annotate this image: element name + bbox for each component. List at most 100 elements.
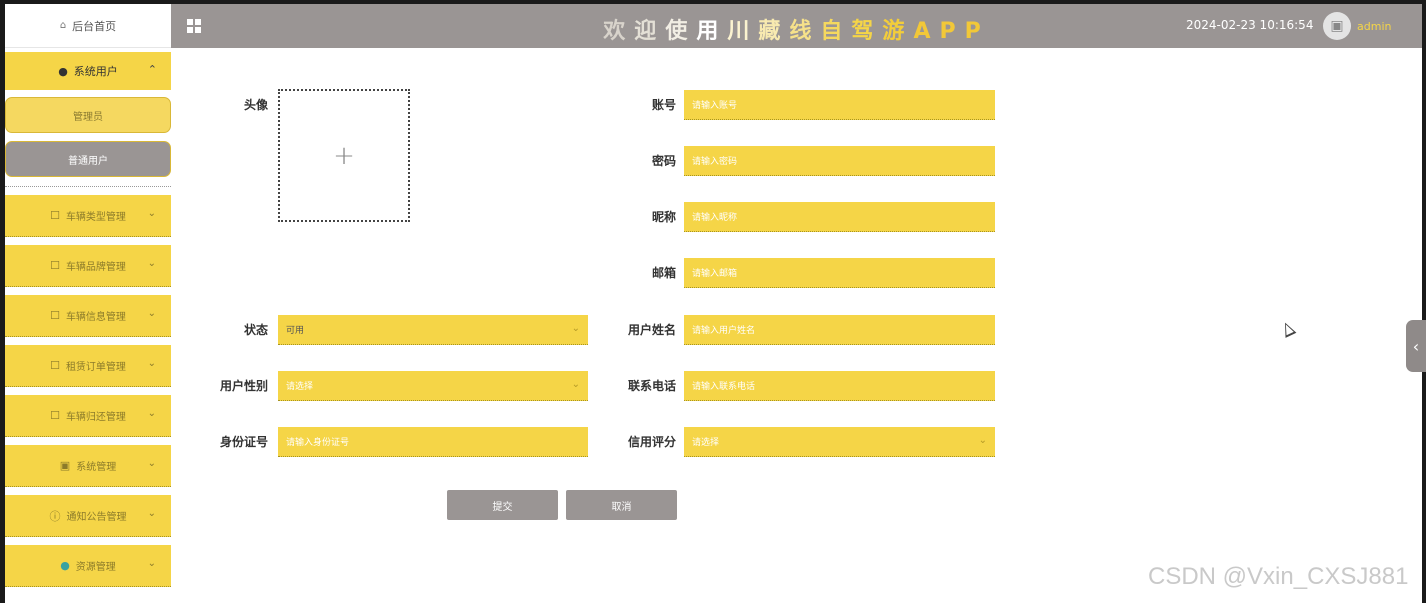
real-name-label: 用户姓名 <box>627 323 676 337</box>
sidebar-home[interactable]: ⌂ 后台首页 <box>5 4 171 48</box>
real-name-input[interactable]: 请输入用户姓名 <box>684 315 995 345</box>
sidebar-item[interactable]: ☐ 车辆类型管理 ⌄ <box>5 195 171 237</box>
sidebar: ⌂ 后台首页 ● 系统用户 ⌃ 管理员 普通用户 ☐ 车辆类型管理 ⌄ ☐ 车辆品牌管理… <box>5 4 171 603</box>
title-char: 驾 <box>851 19 883 44</box>
title-char: P <box>964 19 990 44</box>
sidebar-item-system-users[interactable]: ● 系统用户 ⌃ <box>5 52 171 90</box>
credit-label: 信用评分 <box>627 435 676 449</box>
avatar[interactable]: ▣ <box>1323 12 1351 40</box>
nickname-input[interactable]: 请输入昵称 <box>684 202 995 232</box>
phone-label: 联系电话 <box>627 379 676 393</box>
sidebar-item-label: 车辆品牌管理 <box>65 262 126 273</box>
edit-icon: ☐ <box>50 259 60 272</box>
password-label: 密码 <box>651 154 676 168</box>
home-icon: ⌂ <box>59 20 67 31</box>
edit-icon: ☐ <box>50 309 60 322</box>
title-char: 川 <box>727 19 759 44</box>
chevron-down-icon: ⌄ <box>147 458 156 469</box>
sidebar-item-label: 资源管理 <box>75 562 116 573</box>
location-icon: ● <box>60 559 70 572</box>
chevron-down-icon: ⌄ <box>978 435 987 446</box>
id-card-label: 身份证号 <box>219 435 268 449</box>
title-char: 游 <box>882 19 914 44</box>
collapse-panel-tab[interactable]: ‹ <box>1406 320 1426 372</box>
chevron-up-icon: ⌃ <box>147 63 157 76</box>
plus-icon: + <box>333 140 355 171</box>
gender-select[interactable]: 请选择 ⌄ <box>278 371 588 401</box>
submenu-item-admin[interactable]: 管理员 <box>5 97 171 133</box>
chevron-down-icon: ⌄ <box>147 258 156 269</box>
info-icon: ⓘ <box>49 509 61 523</box>
title-char: P <box>939 19 965 44</box>
edit-icon: ☐ <box>50 209 60 222</box>
submenu-item-label: 普通用户 <box>68 155 108 167</box>
chevron-down-icon: ⌄ <box>147 408 156 419</box>
sidebar-item[interactable]: ☐ 车辆信息管理 ⌄ <box>5 295 171 337</box>
chevron-down-icon: ⌄ <box>147 208 156 219</box>
title-char: 迎 <box>634 19 666 44</box>
top-header: 欢迎使用川藏线自驾游APP 2024-02-23 10:16:54 ▣ admi… <box>171 4 1422 48</box>
frame-border-right <box>1422 0 1426 603</box>
chevron-down-icon: ⌄ <box>147 358 156 369</box>
chevron-down-icon: ⌄ <box>147 308 156 319</box>
credit-select[interactable]: 请选择 ⌄ <box>684 427 995 457</box>
status-select-value: 可用 <box>286 326 305 336</box>
avatar-label: 头像 <box>243 98 268 112</box>
password-input[interactable]: 请输入密码 <box>684 146 995 176</box>
chevron-down-icon: ⌄ <box>571 323 580 334</box>
chevron-left-icon: ‹ <box>1412 336 1420 356</box>
nickname-label: 昵称 <box>651 210 676 224</box>
account-label: 账号 <box>651 98 676 112</box>
gender-label: 用户性别 <box>219 379 268 393</box>
datetime: 2024-02-23 10:16:54 <box>1186 18 1314 32</box>
sidebar-item-label: 租赁订单管理 <box>65 362 126 373</box>
chevron-down-icon: ⌄ <box>571 379 580 390</box>
sidebar-item[interactable]: ☐ 车辆归还管理 ⌄ <box>5 395 171 437</box>
sidebar-item-label: 车辆信息管理 <box>65 312 126 323</box>
title-char: 使 <box>665 19 697 44</box>
status-select[interactable]: 可用 ⌄ <box>278 315 588 345</box>
title-char: 线 <box>789 19 821 44</box>
title-char: 藏 <box>758 19 790 44</box>
edit-icon: ☐ <box>50 359 60 372</box>
sidebar-item[interactable]: ☐ 租赁订单管理 ⌄ <box>5 345 171 387</box>
chevron-down-icon: ⌄ <box>147 508 156 519</box>
phone-input[interactable]: 请输入联系电话 <box>684 371 995 401</box>
submenu-item-normal-user[interactable]: 普通用户 <box>5 141 171 177</box>
sidebar-item-label: 系统管理 <box>76 462 117 473</box>
submenu: 管理员 普通用户 <box>5 90 171 187</box>
email-input[interactable]: 请输入邮箱 <box>684 258 995 288</box>
sidebar-item-label: 车辆类型管理 <box>65 212 126 223</box>
title-char: 用 <box>696 19 728 44</box>
chevron-down-icon: ⌄ <box>147 558 156 569</box>
sidebar-item[interactable]: ▣ 系统管理 ⌄ <box>5 445 171 487</box>
edit-icon: ☐ <box>50 409 60 422</box>
avatar-upload[interactable]: + <box>278 89 410 222</box>
status-label: 状态 <box>243 323 268 337</box>
sidebar-home-label: 后台首页 <box>72 19 117 33</box>
gender-select-placeholder: 请选择 <box>286 382 314 392</box>
sidebar-item[interactable]: ⓘ 通知公告管理 ⌄ <box>5 495 171 537</box>
sidebar-item-label: 通知公告管理 <box>66 512 127 523</box>
account-input[interactable]: 请输入账号 <box>684 90 995 120</box>
username[interactable]: admin <box>1357 20 1391 33</box>
sidebar-item-label: 系统用户 <box>73 65 118 78</box>
user-icon: ● <box>58 64 68 78</box>
title-char: 自 <box>820 19 852 44</box>
id-card-input[interactable]: 请输入身份证号 <box>278 427 588 457</box>
email-label: 邮箱 <box>651 266 676 280</box>
sidebar-item[interactable]: ● 资源管理 ⌄ <box>5 545 171 587</box>
watermark: CSDN @Vxin_CXSJ881 <box>1148 563 1409 590</box>
title-char: 欢 <box>603 19 635 44</box>
submit-button[interactable]: 提交 <box>447 490 558 520</box>
credit-select-placeholder: 请选择 <box>692 438 720 448</box>
app-window: ⌂ 后台首页 ● 系统用户 ⌃ 管理员 普通用户 ☐ 车辆类型管理 ⌄ ☐ 车辆品牌管理… <box>0 0 1426 603</box>
picture-icon: ▣ <box>59 459 71 472</box>
cancel-button[interactable]: 取消 <box>566 490 677 520</box>
mouse-cursor-icon <box>1279 320 1297 338</box>
sidebar-item-label: 车辆归还管理 <box>65 412 126 423</box>
sidebar-item[interactable]: ☐ 车辆品牌管理 ⌄ <box>5 245 171 287</box>
submenu-item-label: 管理员 <box>73 111 103 123</box>
image-icon: ▣ <box>1330 18 1344 34</box>
title-char: A <box>913 19 940 44</box>
